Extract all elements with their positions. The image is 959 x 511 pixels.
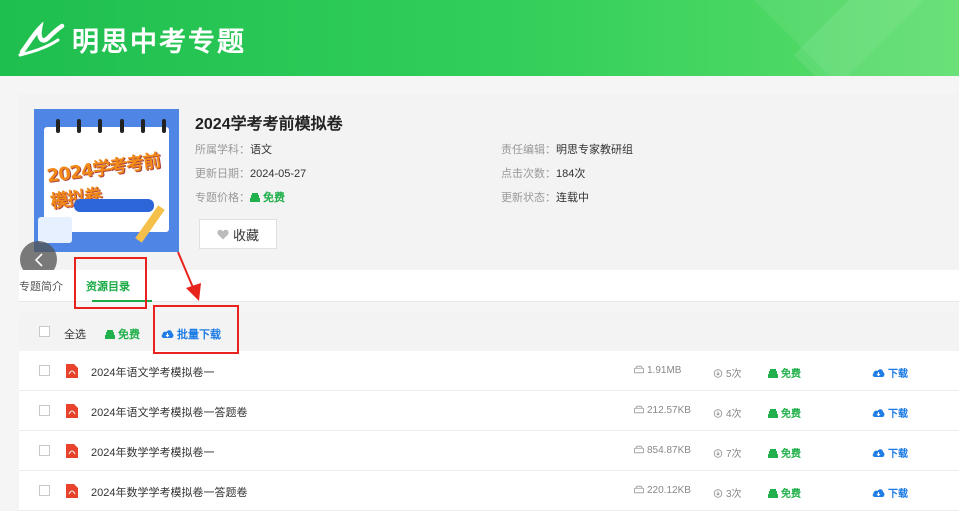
file-checkbox[interactable] — [39, 405, 50, 416]
coin-icon — [768, 489, 778, 498]
file-size: 854.87KB — [634, 445, 691, 456]
editor-meta: 责任编辑：明思专家教研组 — [501, 144, 633, 156]
book-icon — [38, 217, 72, 243]
cloud-download-icon — [872, 369, 885, 377]
file-price: 免费 — [768, 365, 801, 380]
file-price: 免费 — [768, 445, 801, 460]
cloud-download-icon — [872, 449, 885, 457]
select-all-label[interactable]: 全选 — [64, 326, 86, 342]
file-row[interactable]: 2024年数学学考模拟卷一答题卷 220.12KB 3次 免费 下载 — [19, 471, 959, 511]
coin-icon — [250, 193, 260, 202]
file-size: 220.12KB — [634, 485, 691, 496]
brand-name: 明思中考专题 — [72, 27, 246, 58]
file-download-button[interactable]: 下载 — [872, 485, 908, 500]
file-checkbox[interactable] — [39, 445, 50, 456]
coin-icon — [768, 409, 778, 418]
disk-icon — [634, 485, 644, 494]
download-count: 7次 — [713, 445, 742, 460]
file-price: 免费 — [768, 405, 801, 420]
coin-icon — [768, 369, 778, 378]
file-name[interactable]: 2024年语文学考模拟卷一答题卷 — [91, 404, 247, 420]
file-name[interactable]: 2024年语文学考模拟卷一 — [91, 364, 214, 380]
heart-icon — [217, 229, 229, 239]
disk-icon — [634, 405, 644, 414]
file-list: 2024年语文学考模拟卷一 1.91MB 5次 免费 下载 2024年语文学考模… — [19, 351, 959, 511]
free-filter[interactable]: 免费 — [105, 326, 140, 342]
coin-icon — [105, 330, 115, 339]
download-count: 3次 — [713, 485, 742, 500]
pdf-icon — [66, 404, 78, 418]
disk-icon — [634, 445, 644, 454]
download-count-icon — [713, 489, 723, 498]
file-row[interactable]: 2024年语文学考模拟卷一 1.91MB 5次 免费 下载 — [19, 351, 959, 391]
download-count: 4次 — [713, 405, 742, 420]
site-header: 明思中考专题 — [0, 0, 959, 76]
select-all-checkbox[interactable] — [39, 326, 50, 337]
pdf-icon — [66, 364, 78, 378]
file-name[interactable]: 2024年数学学考模拟卷一答题卷 — [91, 484, 247, 500]
chevron-left-icon — [34, 252, 43, 267]
download-count: 5次 — [713, 365, 742, 380]
file-size: 1.91MB — [634, 365, 681, 376]
site-logo[interactable]: 明思中考专题 — [18, 20, 246, 59]
annotation-box-catalog-tab — [74, 257, 147, 309]
topic-cover-image: 2024学考考前模拟卷 — [34, 109, 179, 252]
file-row[interactable]: 2024年数学学考模拟卷一 854.87KB 7次 免费 下载 — [19, 431, 959, 471]
updated-meta: 更新日期：2024-05-27 — [195, 168, 307, 180]
annotation-arrow — [177, 251, 201, 301]
file-checkbox[interactable] — [39, 365, 50, 376]
file-size: 212.57KB — [634, 405, 691, 416]
logo-icon — [18, 21, 65, 56]
download-count-icon — [713, 409, 723, 418]
download-count-icon — [713, 369, 723, 378]
annotation-box-batch-download — [153, 305, 239, 354]
clicks-meta: 点击次数：184次 — [501, 168, 586, 180]
favorite-button[interactable]: 收藏 — [199, 219, 277, 249]
tab-bar: 专题简介 资源目录 — [19, 270, 959, 302]
file-download-button[interactable]: 下载 — [872, 445, 908, 460]
cloud-download-icon — [872, 409, 885, 417]
price-meta: 专题价格： 免费 — [195, 192, 285, 204]
pdf-icon — [66, 444, 78, 458]
download-count-icon — [713, 449, 723, 458]
status-meta: 更新状态：连载中 — [501, 192, 589, 204]
subject-meta: 所属学科：语文 — [195, 144, 272, 156]
file-download-button[interactable]: 下载 — [872, 365, 908, 380]
cloud-download-icon — [872, 489, 885, 497]
file-row[interactable]: 2024年语文学考模拟卷一答题卷 212.57KB 4次 免费 下载 — [19, 391, 959, 431]
disk-icon — [634, 365, 644, 374]
tab-intro[interactable]: 专题简介 — [19, 278, 63, 294]
file-price: 免费 — [768, 485, 801, 500]
topic-card: 2024学考考前模拟卷 2024学考考前模拟卷 所属学科：语文 责任编辑：明思专… — [19, 94, 959, 269]
pdf-icon — [66, 484, 78, 498]
file-name[interactable]: 2024年数学学考模拟卷一 — [91, 444, 214, 460]
file-checkbox[interactable] — [39, 485, 50, 496]
topic-title: 2024学考考前模拟卷 — [195, 116, 343, 133]
file-download-button[interactable]: 下载 — [872, 405, 908, 420]
coin-icon — [768, 449, 778, 458]
